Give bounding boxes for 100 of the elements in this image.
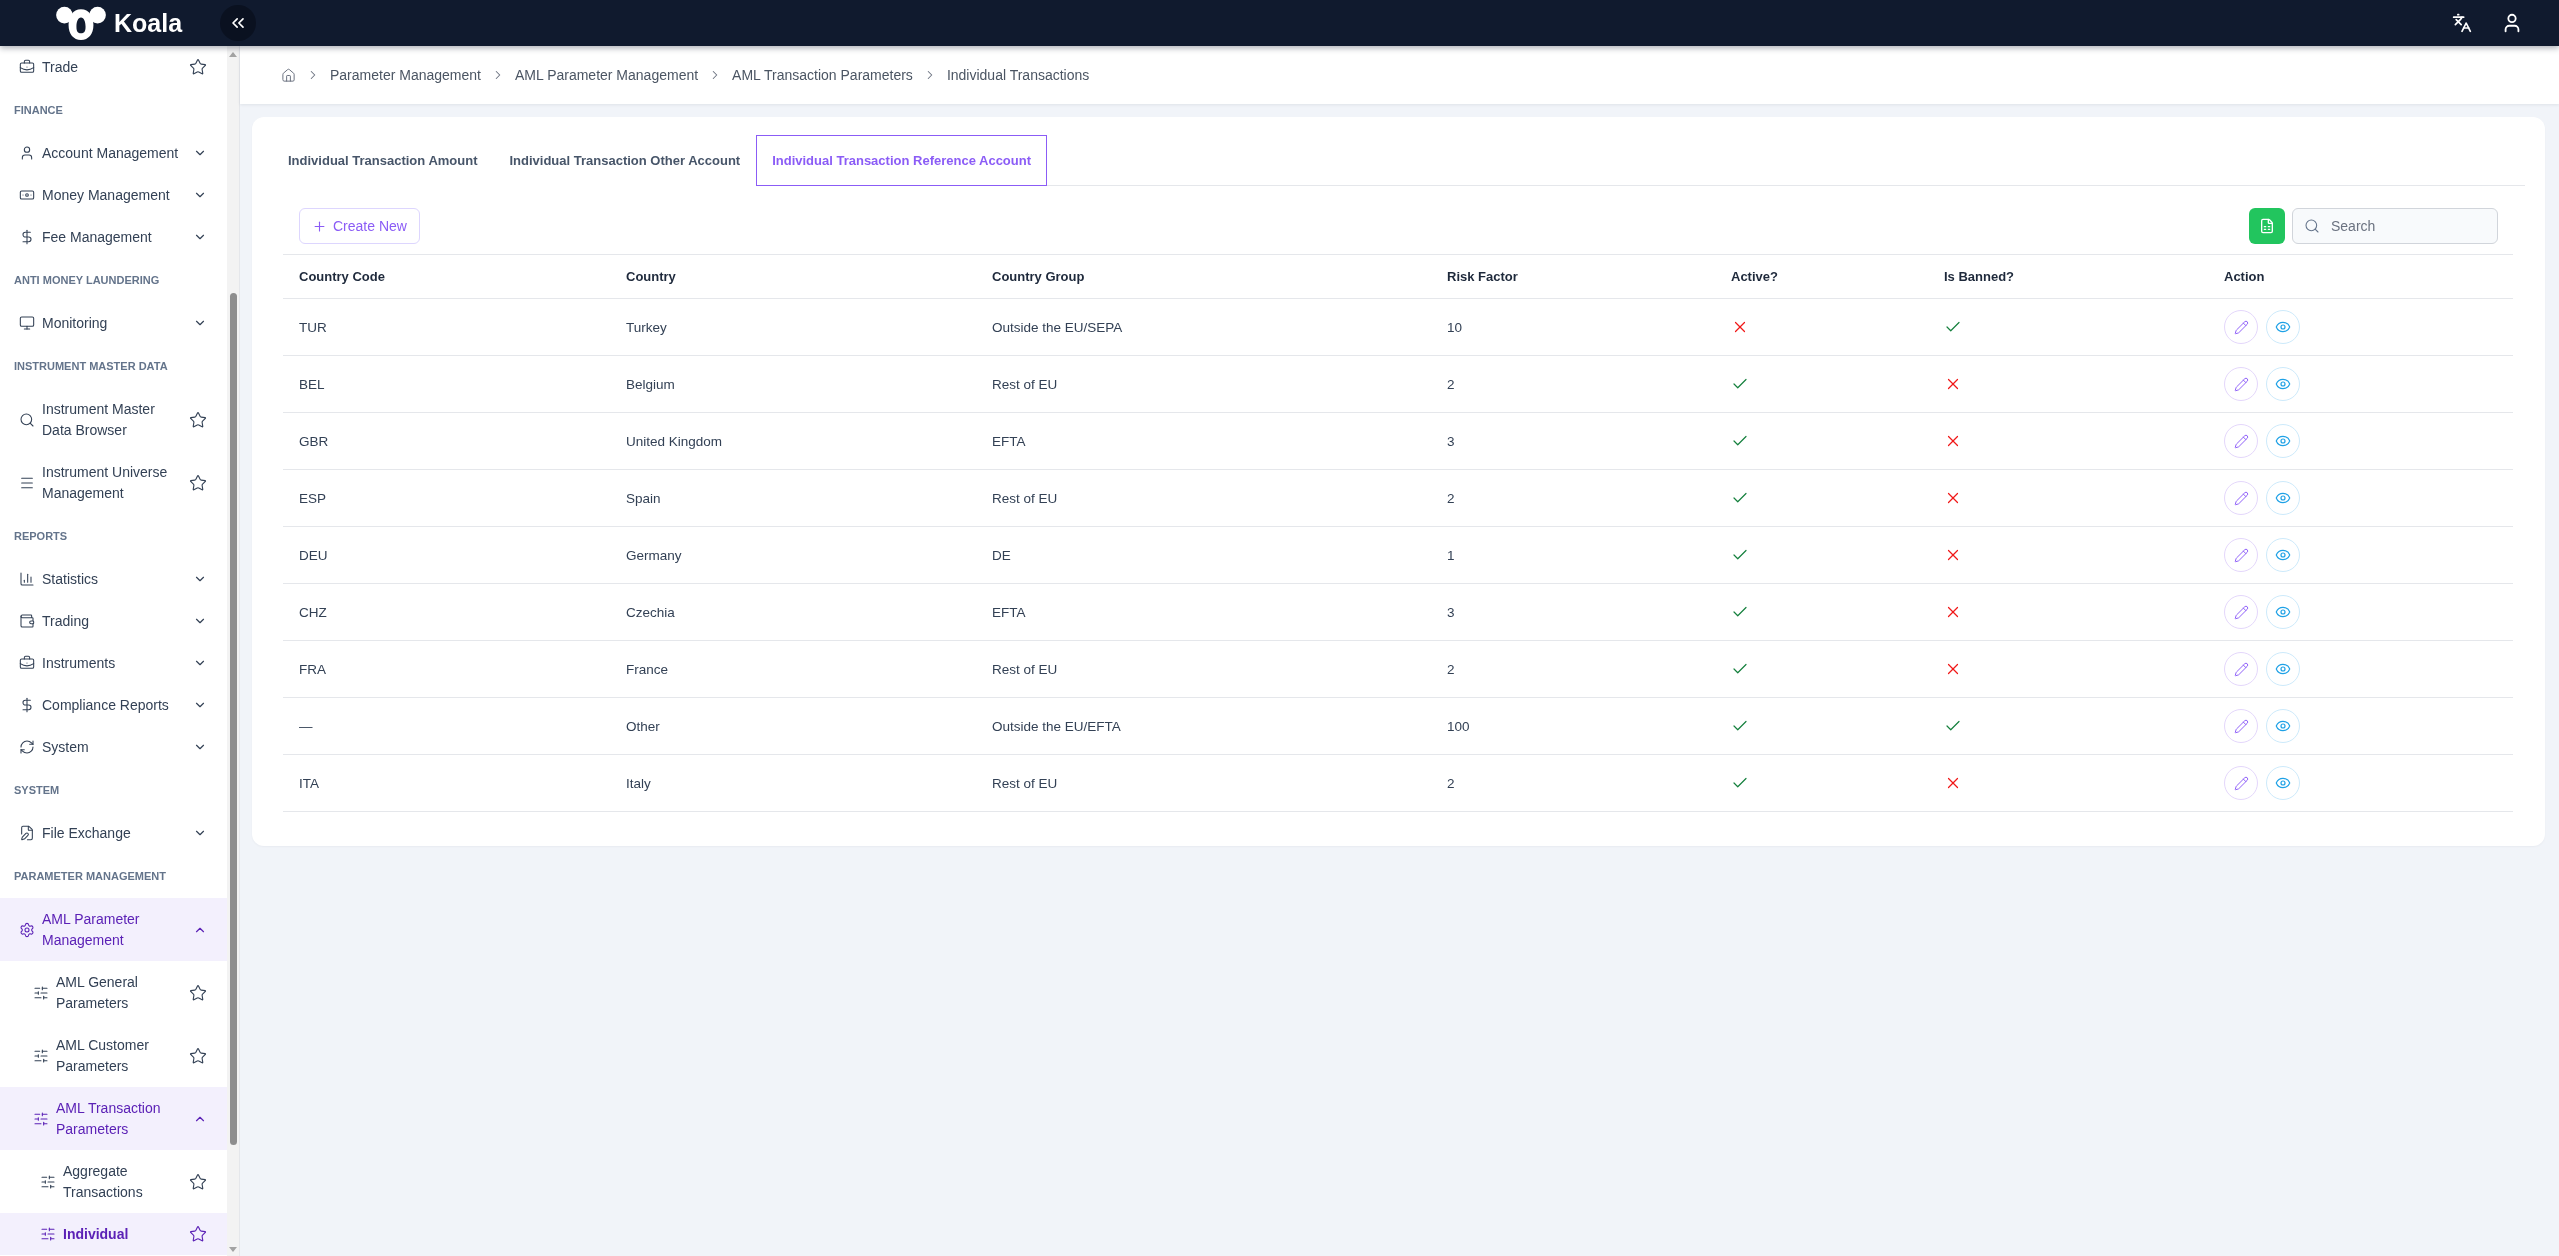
nav-item[interactable]: AML Customer Parameters [0, 1024, 227, 1087]
view-button[interactable] [2266, 652, 2300, 686]
export-button[interactable] [2249, 208, 2285, 244]
view-button[interactable] [2266, 310, 2300, 344]
dollar-icon [19, 697, 35, 713]
file-pen-icon [19, 825, 35, 841]
breadcrumb-link[interactable]: AML Parameter Management [514, 67, 699, 83]
translate-icon[interactable] [2452, 13, 2472, 33]
nav-item[interactable]: AML Transaction Parameters [0, 1087, 227, 1150]
search-field[interactable]: Search [2292, 208, 2498, 244]
eye-icon [2275, 433, 2291, 449]
sliders-icon [33, 1110, 49, 1127]
nav-item[interactable]: Aggregate Transactions [0, 1150, 227, 1213]
pencil-icon [2233, 604, 2249, 620]
edit-button[interactable] [2224, 538, 2258, 572]
spreadsheet-file-icon [2259, 218, 2275, 234]
edit-button[interactable] [2224, 424, 2258, 458]
view-button[interactable] [2266, 709, 2300, 743]
nav-item[interactable]: System [0, 726, 227, 768]
briefcase-icon [19, 655, 35, 671]
breadcrumb-link[interactable]: Parameter Management [330, 67, 481, 83]
view-button[interactable] [2266, 424, 2300, 458]
nav-item[interactable]: Monitoring [0, 302, 227, 344]
pencil-icon [2233, 319, 2249, 335]
scroll-down-icon[interactable] [229, 1247, 237, 1252]
country-code: — [299, 718, 313, 734]
nav-item[interactable]: Trade [0, 46, 227, 88]
pencil-icon [2233, 433, 2249, 449]
risk-factor: 2 [1447, 775, 1455, 791]
star-icon[interactable] [189, 1172, 207, 1191]
nav-item[interactable]: Compliance Reports [0, 684, 227, 726]
nav-item[interactable]: Money Management [0, 174, 227, 216]
edit-button[interactable] [2224, 595, 2258, 629]
risk-factor: 100 [1447, 718, 1470, 734]
column-header: Risk Factor [1447, 269, 1518, 284]
scrollbar-thumb[interactable] [229, 293, 237, 1145]
collapse-button[interactable] [220, 5, 256, 41]
dollar-icon [19, 229, 35, 245]
view-button[interactable] [2266, 481, 2300, 515]
nav-item[interactable]: Individual [0, 1213, 227, 1255]
country-name: France [626, 661, 669, 677]
nav-item[interactable]: Instrument Master Data Browser [0, 388, 227, 451]
country-group: Rest of EU [992, 775, 1058, 791]
risk-factor: 2 [1447, 661, 1455, 677]
risk-factor: 1 [1447, 547, 1455, 563]
view-button[interactable] [2266, 367, 2300, 401]
country-name: Czechia [626, 604, 675, 620]
star-icon[interactable] [189, 410, 207, 429]
pencil-icon [2233, 775, 2249, 791]
breadcrumb-link[interactable]: AML Transaction Parameters [732, 67, 913, 83]
nav-item[interactable]: AML Parameter Management [0, 898, 227, 961]
user-icon [19, 145, 35, 161]
nav-item[interactable]: Instrument Universe Management [0, 451, 227, 514]
nav-item[interactable]: Account Management [0, 132, 227, 174]
nav-item[interactable]: Instruments [0, 642, 227, 684]
pencil-icon [2233, 547, 2249, 563]
star-icon[interactable] [189, 1225, 207, 1243]
country-code: GBR [299, 433, 329, 449]
risk-factor: 2 [1447, 376, 1455, 392]
edit-button[interactable] [2224, 652, 2258, 686]
nav-item[interactable]: Fee Management [0, 216, 227, 258]
nav-item[interactable]: AML General Parameters [0, 961, 227, 1024]
edit-button[interactable] [2224, 310, 2258, 344]
view-button[interactable] [2266, 595, 2300, 629]
section-heading: FINANCE [14, 104, 63, 116]
pencil-icon [2233, 661, 2249, 677]
nav-item[interactable]: File Exchange [0, 812, 227, 854]
section-heading: PARAMETER MANAGEMENT [14, 870, 166, 882]
country-group: Rest of EU [992, 661, 1058, 677]
star-icon[interactable] [189, 983, 207, 1002]
country-group: Outside the EU/EFTA [992, 718, 1121, 734]
pencil-icon [2233, 376, 2249, 392]
plus-icon [312, 218, 327, 234]
nav-item[interactable]: Statistics [0, 558, 227, 600]
bar-chart-icon [19, 571, 35, 587]
view-button[interactable] [2266, 538, 2300, 572]
country-name: Belgium [626, 376, 675, 392]
section-heading: REPORTS [14, 530, 68, 542]
star-icon[interactable] [189, 473, 207, 492]
edit-button[interactable] [2224, 481, 2258, 515]
country-group: EFTA [992, 433, 1026, 449]
edit-button[interactable] [2224, 367, 2258, 401]
section-heading: SYSTEM [14, 784, 60, 796]
nav-item[interactable]: Trading [0, 600, 227, 642]
view-button[interactable] [2266, 766, 2300, 800]
edit-button[interactable] [2224, 709, 2258, 743]
column-header: Country Group [992, 269, 1085, 284]
sliders-icon [33, 1047, 49, 1064]
eye-icon [2275, 490, 2291, 506]
create-new-button[interactable]: Create New [299, 208, 420, 244]
scrollbar[interactable] [227, 46, 239, 1256]
country-code: DEU [299, 547, 328, 563]
column-header: Is Banned? [1944, 269, 2015, 284]
tab[interactable]: Individual Transaction Reference Account [756, 135, 1047, 186]
star-icon[interactable] [189, 1046, 207, 1065]
home-icon[interactable] [281, 67, 296, 83]
edit-button[interactable] [2224, 766, 2258, 800]
eye-icon [2275, 661, 2291, 677]
star-icon[interactable] [189, 58, 207, 76]
eye-icon [2275, 718, 2291, 734]
